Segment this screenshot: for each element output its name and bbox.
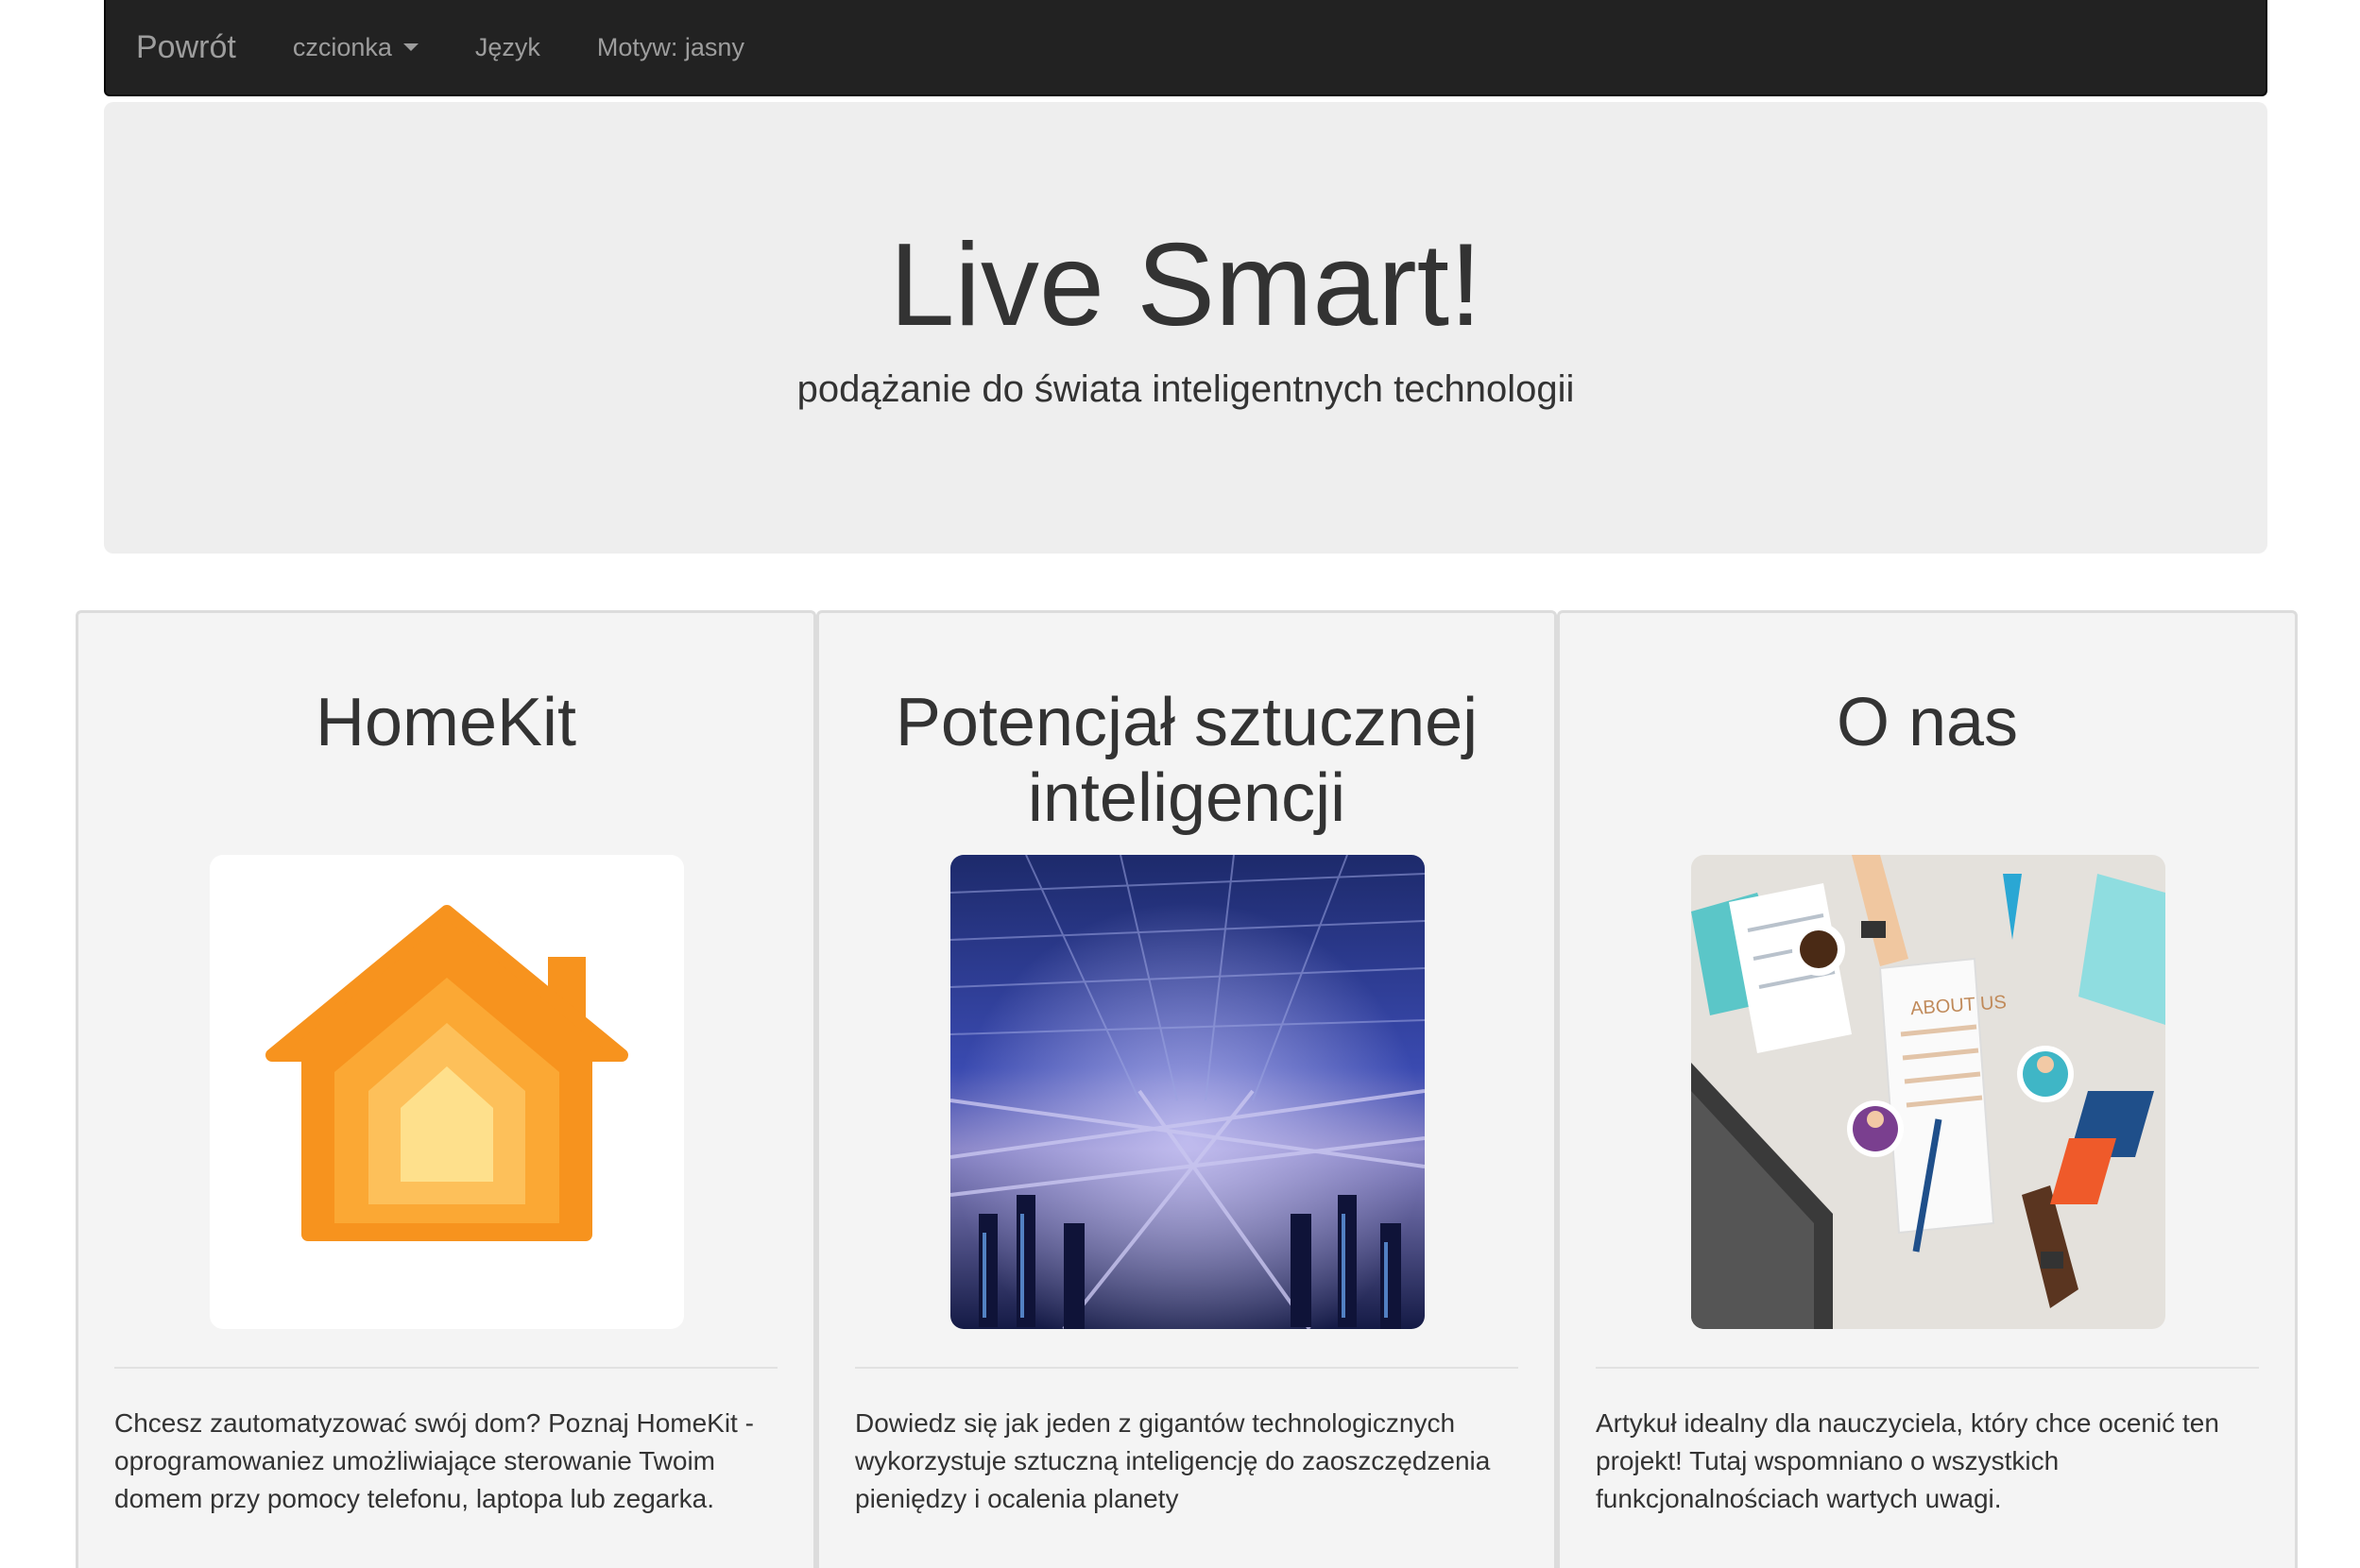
card-title: O nas [1836,685,2019,760]
hero-title: Live Smart! [889,220,1482,350]
card-title: HomeKit [315,685,577,760]
about-us-illustration[interactable]: ABOUT US [1691,855,2165,1329]
language-label: Język [474,32,540,61]
card-about[interactable]: O nas ABOUT US Artykuł idealny dla naucz… [1557,610,2298,1568]
back-link[interactable]: Powrót [136,29,236,66]
data-center-image[interactable] [950,855,1425,1329]
hero-subtitle: podążanie do świata inteligentnych techn… [796,368,1575,411]
card-divider [855,1367,1518,1369]
card-description: Dowiedz się jak jeden z gigantów technol… [855,1408,1491,1513]
card-description: Artykuł idealny dla nauczyciela, który c… [1596,1408,2219,1513]
card-homekit[interactable]: HomeKit Chcesz zautomatyzować swój dom? … [76,610,816,1568]
caret-down-icon [402,43,419,51]
hero-banner: Live Smart! podążanie do świata intelige… [104,102,2267,554]
cards-row: HomeKit Chcesz zautomatyzować swój dom? … [76,610,2298,1568]
homekit-house-icon[interactable] [210,855,684,1329]
theme-toggle[interactable]: Motyw: jasny [569,33,773,62]
card-description: Chcesz zautomatyzować swój dom? Poznaj H… [114,1408,754,1513]
font-dropdown[interactable]: czcionka [265,33,447,62]
top-navbar: Powrót czcionka Język Motyw: jasny [104,0,2267,96]
theme-label: Motyw: jasny [596,32,744,61]
card-ai[interactable]: Potencjał sztucznej inteligencji Dowiedz… [816,610,1557,1568]
card-divider [1596,1367,2259,1369]
card-title: Potencjał sztucznej inteligencji [895,685,1479,836]
font-dropdown-label: czcionka [292,32,392,61]
card-divider [114,1367,778,1369]
language-link[interactable]: Język [447,33,569,62]
